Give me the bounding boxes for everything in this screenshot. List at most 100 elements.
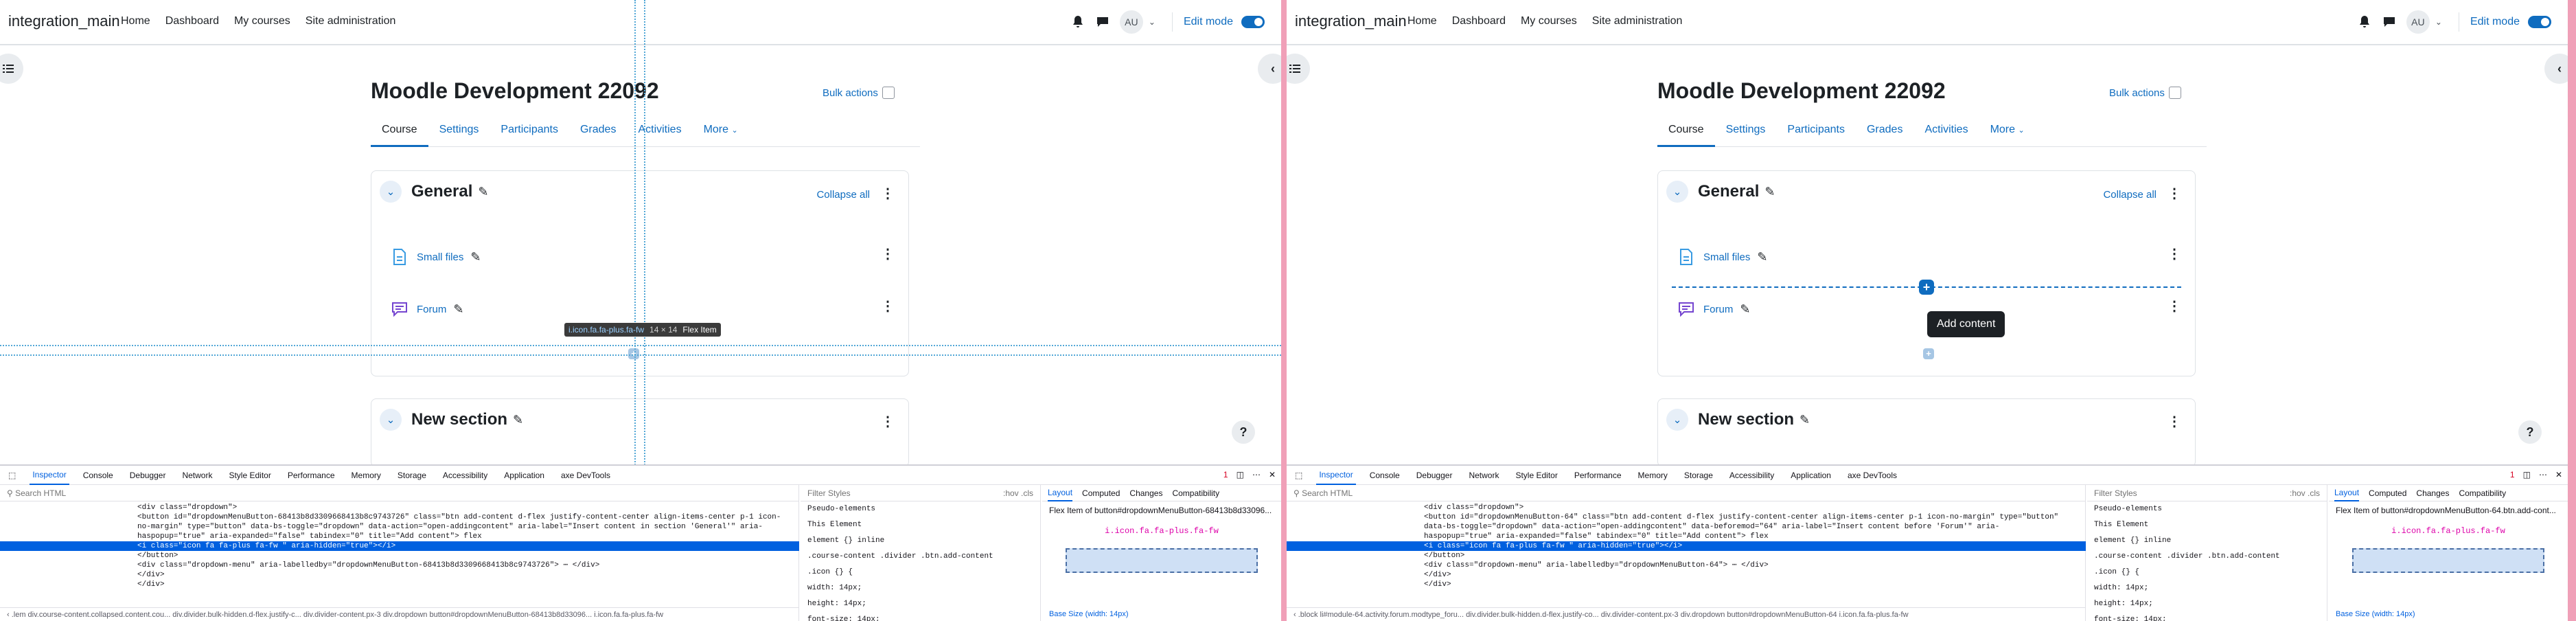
tab-layout[interactable]: Layout (2334, 485, 2360, 501)
avatar[interactable]: AU (2406, 10, 2430, 34)
tab-inspector[interactable]: Inspector (30, 466, 69, 485)
collapse-chevron-icon[interactable]: ⌄ (380, 409, 402, 431)
markup-line[interactable]: <button id="dropdownMenuButton-64" class… (1287, 512, 2086, 522)
tab-layout[interactable]: Layout (1048, 485, 1073, 501)
collapse-chevron-icon[interactable]: ⌄ (1666, 181, 1688, 203)
rule-prop[interactable]: height: 14px; (2087, 596, 2327, 612)
activity-menu-icon[interactable]: ⋮ (2167, 297, 2181, 315)
breadcrumb[interactable]: ‹ .block li#module-64.activity.forum.mod… (1287, 607, 2086, 621)
pencil-icon[interactable]: ✎ (1757, 250, 1767, 264)
tab-grades[interactable]: Grades (1856, 114, 1913, 147)
rule-prop[interactable]: font-size: 14px; (2087, 612, 2327, 621)
tab-application[interactable]: Application (1788, 466, 1834, 485)
bulk-actions-checkbox[interactable] (882, 87, 895, 99)
markup-line[interactable]: <div class="dropdown"> (1287, 503, 2086, 512)
markup-view[interactable]: <div class="dropdown"> <button id="dropd… (1287, 503, 2086, 606)
tab-memory[interactable]: Memory (349, 466, 384, 485)
bulk-actions-checkbox[interactable] (2168, 87, 2181, 99)
tab-style-editor[interactable]: Style Editor (226, 466, 273, 485)
nav-home[interactable]: Home (1407, 15, 1437, 27)
more-icon[interactable]: ⋯ (2539, 470, 2547, 479)
search-html-input[interactable]: ⚲ Search HTML (1287, 485, 2085, 501)
block-drawer-button[interactable]: ‹ (2544, 54, 2568, 84)
breadcrumb[interactable]: ‹ .lem div.course-content.collapsed.cont… (0, 607, 799, 621)
bell-icon[interactable] (2357, 14, 2372, 30)
tab-changes[interactable]: Changes (1129, 488, 1162, 498)
tab-computed[interactable]: Computed (1082, 488, 1120, 498)
nav-dashboard[interactable]: Dashboard (1452, 15, 1506, 27)
tab-debugger[interactable]: Debugger (127, 466, 169, 485)
close-icon[interactable]: ✕ (1269, 470, 1276, 479)
tab-course[interactable]: Course (1657, 114, 1715, 147)
activity-name[interactable]: Small files (1703, 251, 1750, 263)
pencil-icon[interactable]: ✎ (513, 413, 523, 427)
tab-performance[interactable]: Performance (1572, 466, 1624, 485)
tab-network[interactable]: Network (1466, 466, 1502, 485)
hov-cls-toggle[interactable]: :hov .cls (1003, 488, 1033, 498)
pencil-icon[interactable]: ✎ (470, 250, 481, 264)
markup-line[interactable]: <button id="dropdownMenuButton-68413b8d3… (0, 512, 799, 522)
hov-cls-toggle[interactable]: :hov .cls (2290, 488, 2320, 498)
site-brand[interactable]: integration_main (8, 12, 120, 30)
tab-style-editor[interactable]: Style Editor (1513, 466, 1560, 485)
add-content-button[interactable]: + (628, 348, 639, 359)
tab-console[interactable]: Console (80, 466, 116, 485)
nav-my-courses[interactable]: My courses (1521, 15, 1577, 27)
activity-menu-icon[interactable]: ⋮ (881, 245, 895, 262)
markup-view[interactable]: <div class="dropdown"> <button id="dropd… (0, 503, 799, 606)
nav-site-administration[interactable]: Site administration (1592, 15, 1683, 27)
course-index-drawer-button[interactable] (0, 54, 23, 84)
activity-name[interactable]: Forum (417, 304, 446, 315)
section-menu-icon[interactable]: ⋮ (2167, 185, 2181, 202)
pencil-icon[interactable]: ✎ (453, 302, 463, 317)
markup-line[interactable]: <div class="dropdown"> (0, 503, 799, 512)
tab-performance[interactable]: Performance (285, 466, 338, 485)
chevron-down-icon[interactable]: ⌄ (2435, 17, 2442, 27)
collapse-chevron-icon[interactable]: ⌄ (380, 181, 402, 203)
rule-prop[interactable]: width: 14px; (2087, 580, 2327, 596)
tab-accessibility[interactable]: Accessibility (440, 466, 490, 485)
collapse-chevron-icon[interactable]: ⌄ (1666, 409, 1688, 431)
markup-line[interactable]: </div> (1287, 580, 2086, 589)
markup-line[interactable]: haspopup="true" aria-expanded="false" ta… (0, 532, 799, 541)
markup-line[interactable]: </div> (0, 580, 799, 589)
section-menu-icon[interactable]: ⋮ (881, 413, 895, 430)
add-content-button[interactable]: + (1919, 280, 1934, 295)
section-menu-icon[interactable]: ⋮ (881, 185, 895, 202)
pick-element-icon[interactable]: ⬚ (5, 466, 19, 485)
help-button[interactable]: ? (2518, 420, 2542, 444)
bulk-actions[interactable]: Bulk actions (823, 87, 895, 99)
markup-line-selected[interactable]: <i class="icon fa fa-plus fa-fw " aria-h… (1287, 541, 2086, 551)
pencil-icon[interactable]: ✎ (478, 185, 488, 199)
nav-my-courses[interactable]: My courses (234, 15, 290, 27)
tab-axe-devtools[interactable]: axe DevTools (1845, 466, 1900, 485)
tab-activities[interactable]: Activities (1913, 114, 1979, 147)
activity-name[interactable]: Small files (417, 251, 463, 263)
activity-menu-icon[interactable]: ⋮ (2167, 245, 2181, 262)
tab-more[interactable]: More ⌄ (693, 114, 749, 147)
tab-axe-devtools[interactable]: axe DevTools (558, 466, 613, 485)
tab-accessibility[interactable]: Accessibility (1727, 466, 1777, 485)
pencil-icon[interactable]: ✎ (1764, 185, 1775, 199)
markup-line[interactable]: </button> (1287, 551, 2086, 561)
pencil-icon[interactable]: ✎ (1799, 413, 1810, 427)
pseudo-elements-label[interactable]: Pseudo-elements (801, 501, 1040, 517)
search-html-input[interactable]: ⚲ Search HTML (0, 485, 798, 501)
tab-compatibility[interactable]: Compatibility (1172, 488, 1219, 498)
tab-network[interactable]: Network (179, 466, 215, 485)
course-index-drawer-button[interactable] (1287, 54, 1310, 84)
tab-inspector[interactable]: Inspector (1316, 466, 1356, 485)
collapse-all-link[interactable]: Collapse all (2103, 189, 2157, 201)
tab-storage[interactable]: Storage (1681, 466, 1716, 485)
tab-storage[interactable]: Storage (395, 466, 429, 485)
filter-styles-input[interactable]: Filter Styles:hov .cls (2087, 485, 2327, 501)
tab-course[interactable]: Course (371, 114, 428, 147)
nav-home[interactable]: Home (121, 15, 150, 27)
message-icon[interactable] (2382, 14, 2397, 30)
block-drawer-button[interactable]: ‹ (1258, 54, 1281, 84)
markup-line-selected[interactable]: <i class="icon fa fa-plus fa-fw " aria-h… (0, 541, 799, 551)
tab-debugger[interactable]: Debugger (1414, 466, 1456, 485)
filter-styles-input[interactable]: Filter Styles:hov .cls (801, 485, 1040, 501)
tab-changes[interactable]: Changes (2416, 488, 2449, 498)
add-content-button[interactable]: + (1923, 348, 1934, 359)
